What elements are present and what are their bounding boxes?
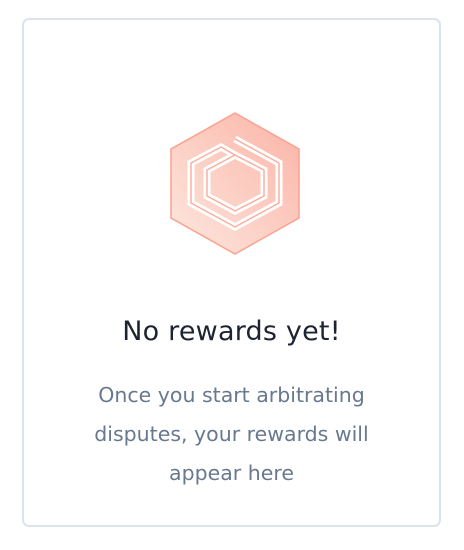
- empty-state-description: Once you start arbitrating disputes, you…: [94, 383, 369, 485]
- aragon-court-logo-icon: [169, 111, 301, 256]
- empty-state-title: No rewards yet!: [122, 316, 341, 347]
- rewards-empty-card: No rewards yet! Once you start arbitrati…: [22, 18, 441, 527]
